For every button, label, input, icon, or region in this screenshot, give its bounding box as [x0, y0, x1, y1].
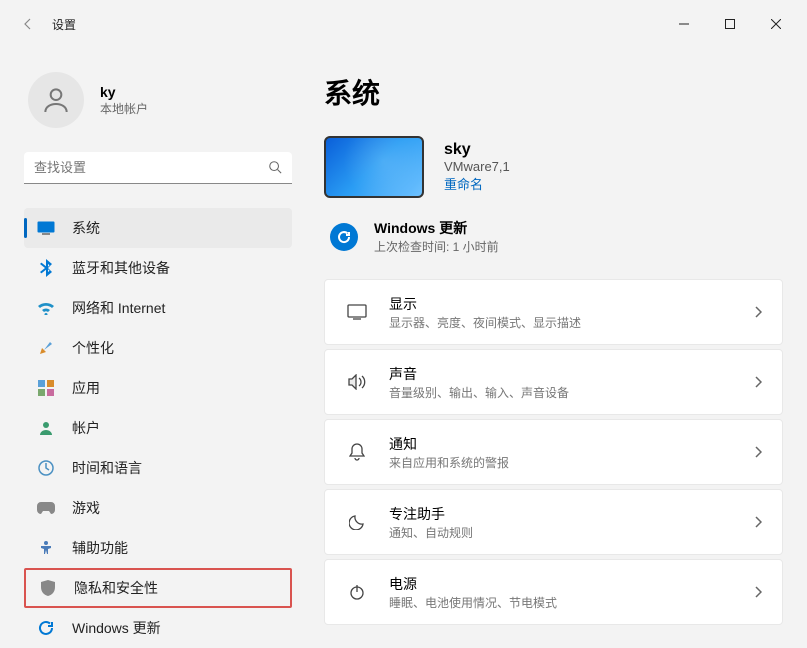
search-icon: [268, 160, 282, 174]
wifi-icon: [36, 298, 56, 318]
sidebar-item-label: 应用: [72, 378, 100, 398]
sidebar-item-label: 蓝牙和其他设备: [72, 258, 170, 278]
card-title: 通知: [389, 434, 754, 454]
sidebar-item-network[interactable]: 网络和 Internet: [24, 288, 292, 328]
sidebar-item-label: Windows 更新: [72, 618, 161, 638]
sidebar-item-label: 游戏: [72, 498, 100, 518]
page-title: 系统: [324, 72, 783, 112]
device-name: sky: [444, 141, 510, 159]
card-focus-assist[interactable]: 专注助手 通知、自动规则: [324, 489, 783, 555]
apps-icon: [36, 378, 56, 398]
card-subtitle: 音量级别、输出、输入、声音设备: [389, 384, 754, 401]
card-subtitle: 通知、自动规则: [389, 524, 754, 541]
sound-icon: [345, 374, 369, 390]
update-subtitle: 上次检查时间: 1 小时前: [374, 238, 499, 255]
card-subtitle: 睡眠、电池使用情况、节电模式: [389, 594, 754, 611]
accessibility-icon: [36, 538, 56, 558]
titlebar: 设置: [0, 0, 807, 48]
device-model: VMware7,1: [444, 159, 510, 174]
bell-icon: [345, 443, 369, 461]
sidebar-item-time-language[interactable]: 时间和语言: [24, 448, 292, 488]
avatar: [28, 72, 84, 128]
update-icon: [36, 618, 56, 638]
sidebar-item-personalization[interactable]: 个性化: [24, 328, 292, 368]
user-subtitle: 本地帐户: [100, 100, 148, 117]
card-notifications[interactable]: 通知 来自应用和系统的警报: [324, 419, 783, 485]
sidebar: ky 本地帐户 系统 蓝牙和其他设备: [0, 48, 300, 639]
user-name: ky: [100, 84, 148, 100]
sidebar-item-privacy[interactable]: 隐私和安全性: [24, 568, 292, 608]
device-thumbnail: [324, 136, 424, 198]
sidebar-item-label: 网络和 Internet: [72, 298, 165, 318]
sidebar-item-label: 辅助功能: [72, 538, 128, 558]
minimize-button[interactable]: [661, 8, 707, 40]
sidebar-item-label: 帐户: [72, 418, 100, 438]
bluetooth-icon: [36, 258, 56, 278]
card-sound[interactable]: 声音 音量级别、输出、输入、声音设备: [324, 349, 783, 415]
sidebar-item-accounts[interactable]: 帐户: [24, 408, 292, 448]
chevron-right-icon: [754, 586, 762, 598]
paintbrush-icon: [36, 338, 56, 358]
display-icon: [345, 304, 369, 320]
system-icon: [36, 218, 56, 238]
card-power[interactable]: 电源 睡眠、电池使用情况、节电模式: [324, 559, 783, 625]
chevron-right-icon: [754, 446, 762, 458]
power-icon: [345, 584, 369, 600]
device-info-row: sky VMware7,1 重命名: [324, 136, 783, 198]
globe-clock-icon: [36, 458, 56, 478]
main-content: 系统 sky VMware7,1 重命名 Windows 更新 上次检查时间: …: [300, 48, 807, 639]
sidebar-item-bluetooth[interactable]: 蓝牙和其他设备: [24, 248, 292, 288]
sidebar-item-label: 隐私和安全性: [74, 578, 158, 598]
moon-icon: [345, 514, 369, 530]
nav-list: 系统 蓝牙和其他设备 网络和 Internet 个性化: [24, 208, 292, 648]
chevron-right-icon: [754, 516, 762, 528]
card-subtitle: 显示器、亮度、夜间模式、显示描述: [389, 314, 754, 331]
shield-icon: [38, 578, 58, 598]
back-button[interactable]: [8, 4, 48, 44]
sidebar-item-label: 系统: [72, 218, 100, 238]
window-title: 设置: [52, 16, 76, 33]
chevron-right-icon: [754, 376, 762, 388]
windows-update-row[interactable]: Windows 更新 上次检查时间: 1 小时前: [324, 218, 783, 255]
update-title: Windows 更新: [374, 218, 499, 238]
sidebar-item-gaming[interactable]: 游戏: [24, 488, 292, 528]
close-button[interactable]: [753, 8, 799, 40]
card-subtitle: 来自应用和系统的警报: [389, 454, 754, 471]
sidebar-item-system[interactable]: 系统: [24, 208, 292, 248]
update-sync-icon: [330, 223, 358, 251]
search-box[interactable]: [24, 152, 292, 184]
person-icon: [36, 418, 56, 438]
sidebar-item-label: 个性化: [72, 338, 114, 358]
sidebar-item-windows-update[interactable]: Windows 更新: [24, 608, 292, 648]
gamepad-icon: [36, 498, 56, 518]
sidebar-item-label: 时间和语言: [72, 458, 142, 478]
card-title: 显示: [389, 294, 754, 314]
settings-cards: 显示 显示器、亮度、夜间模式、显示描述 声音 音量级别、输出、输入、声音设备 通…: [324, 279, 783, 625]
card-title: 电源: [389, 574, 754, 594]
sidebar-item-apps[interactable]: 应用: [24, 368, 292, 408]
card-title: 专注助手: [389, 504, 754, 524]
maximize-button[interactable]: [707, 8, 753, 40]
sidebar-item-accessibility[interactable]: 辅助功能: [24, 528, 292, 568]
chevron-right-icon: [754, 306, 762, 318]
card-title: 声音: [389, 364, 754, 384]
user-profile[interactable]: ky 本地帐户: [28, 72, 292, 128]
rename-link[interactable]: 重命名: [444, 174, 510, 193]
window-controls: [661, 8, 799, 40]
search-input[interactable]: [24, 152, 292, 184]
card-display[interactable]: 显示 显示器、亮度、夜间模式、显示描述: [324, 279, 783, 345]
